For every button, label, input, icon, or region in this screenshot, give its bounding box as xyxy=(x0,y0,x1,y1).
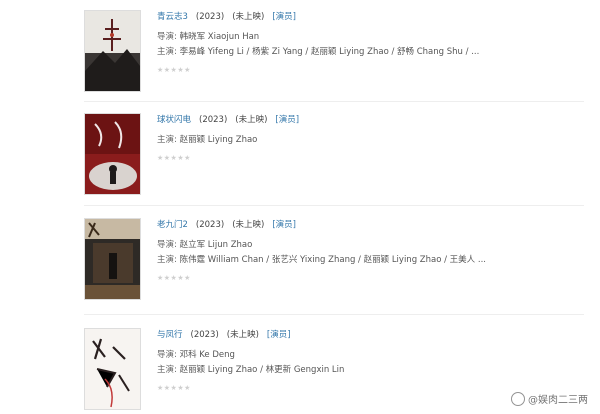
cast-names[interactable]: 李易峰 Yifeng Li / 杨紫 Zi Yang / 赵丽颖 Liying … xyxy=(180,47,480,57)
cast-line: 主演: 赵丽颖 Liying Zhao xyxy=(157,134,577,146)
divider xyxy=(84,314,584,315)
title-link[interactable]: 与凤行 xyxy=(157,330,183,340)
director-line: 导演: 赵立军 Lijun Zhao xyxy=(157,239,577,251)
cast-names[interactable]: 赵丽颖 Liying Zhao xyxy=(180,135,258,145)
title-link[interactable]: 球状闪电 xyxy=(157,115,191,125)
role-link[interactable]: [演员] xyxy=(272,12,296,22)
poster-image[interactable] xyxy=(84,10,141,92)
director-label: 导演: xyxy=(157,32,177,42)
cast-line: 主演: 陈伟霆 William Chan / 张艺兴 Yixing Zhang … xyxy=(157,254,577,266)
watermark: @娱肉二三两 xyxy=(511,391,588,406)
cast-label: 主演: xyxy=(157,255,177,265)
status-text: (未上映) xyxy=(232,12,265,22)
poster-qiuzhuangshandian xyxy=(85,114,140,194)
status-text: (未上映) xyxy=(235,115,268,125)
poster-image[interactable] xyxy=(84,218,141,300)
poster-image[interactable] xyxy=(84,113,141,195)
year-text: (2023) xyxy=(195,220,225,230)
cast-names[interactable]: 陈伟霆 William Chan / 张艺兴 Yixing Zhang / 赵丽… xyxy=(180,255,486,265)
cast-line: 主演: 赵丽颖 Liying Zhao / 林更新 Gengxin Lin xyxy=(157,364,577,376)
rating-stars: ★★★★★ xyxy=(157,274,191,282)
year-text: (2023) xyxy=(199,115,228,125)
director-name[interactable]: 邓科 Ke Deng xyxy=(180,350,235,360)
rating-stars: ★★★★★ xyxy=(157,154,191,162)
status-text: (未上映) xyxy=(232,220,265,230)
poster-laojiumen xyxy=(85,219,140,299)
director-line: 导演: 邓科 Ke Deng xyxy=(157,349,577,361)
cast-line: 主演: 李易峰 Yifeng Li / 杨紫 Zi Yang / 赵丽颖 Liy… xyxy=(157,46,577,58)
poster-yufengxing xyxy=(85,329,140,409)
cast-label: 主演: xyxy=(157,135,177,145)
rating-stars: ★★★★★ xyxy=(157,66,191,74)
status-text: (未上映) xyxy=(226,330,259,340)
director-name[interactable]: 韩晓军 Xiaojun Han xyxy=(180,32,260,42)
title-link[interactable]: 青云志3 xyxy=(157,12,188,22)
divider xyxy=(84,101,584,102)
cast-label: 主演: xyxy=(157,365,177,375)
director-label: 导演: xyxy=(157,350,177,360)
role-link[interactable]: [演员] xyxy=(267,330,291,340)
director-line: 导演: 韩晓军 Xiaojun Han xyxy=(157,31,577,43)
watermark-logo-icon xyxy=(511,391,525,406)
poster-qingyunzhi xyxy=(85,11,140,91)
director-label: 导演: xyxy=(157,240,177,250)
title-link[interactable]: 老九门2 xyxy=(157,220,188,230)
poster-image[interactable] xyxy=(84,328,141,410)
role-link[interactable]: [演员] xyxy=(275,115,299,125)
role-link[interactable]: [演员] xyxy=(272,220,296,230)
director-name[interactable]: 赵立军 Lijun Zhao xyxy=(180,240,253,250)
cast-names[interactable]: 赵丽颖 Liying Zhao / 林更新 Gengxin Lin xyxy=(180,365,345,375)
divider xyxy=(84,205,584,206)
cast-label: 主演: xyxy=(157,47,177,57)
watermark-text: @娱肉二三两 xyxy=(528,395,588,406)
year-text: (2023) xyxy=(195,12,225,22)
year-text: (2023) xyxy=(190,330,219,340)
